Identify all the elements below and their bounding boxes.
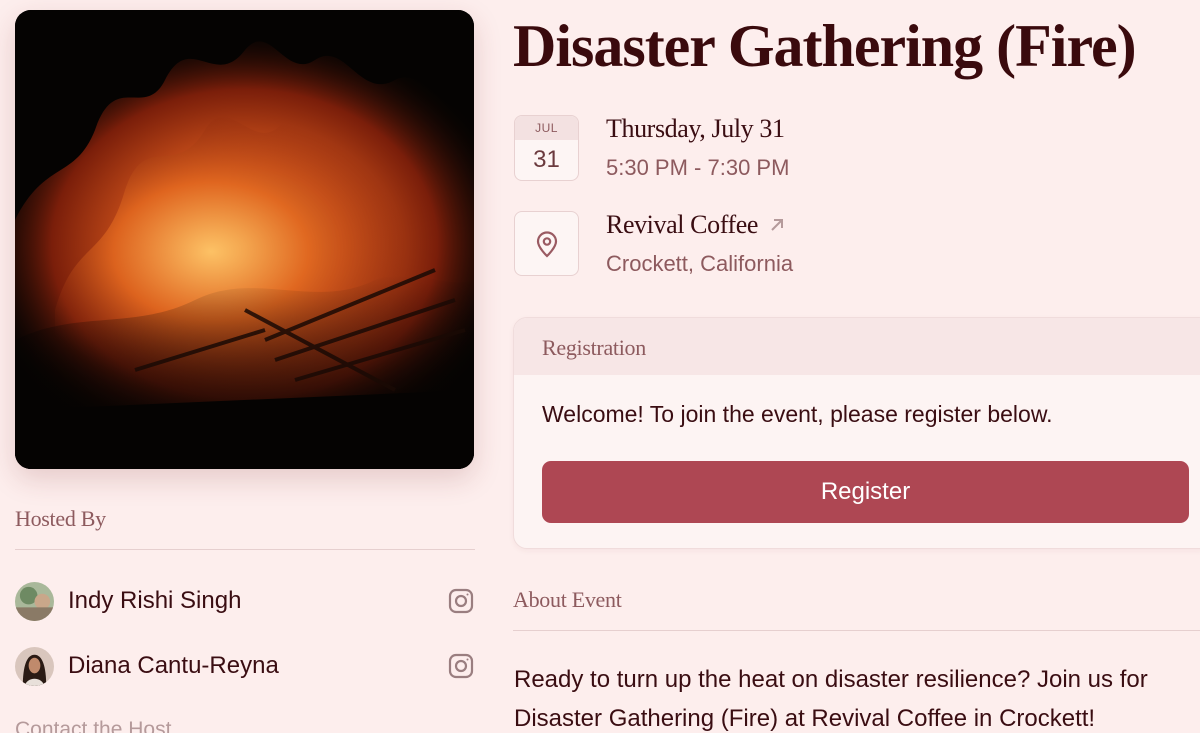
host-name[interactable]: Indy Rishi Singh <box>68 587 447 615</box>
instagram-icon[interactable] <box>447 652 475 680</box>
registration-card: Registration Welcome! To join the event,… <box>513 317 1200 549</box>
host-row[interactable]: Diana Cantu-Reyna <box>15 646 475 686</box>
instagram-icon[interactable] <box>447 587 475 615</box>
venue-name[interactable]: Revival Coffee <box>606 210 758 240</box>
avatar <box>15 581 54 621</box>
registration-header: Registration <box>514 318 1200 375</box>
date-month: JUL <box>515 116 578 140</box>
host-name[interactable]: Diana Cantu-Reyna <box>68 652 447 680</box>
external-arrow-icon <box>771 219 784 231</box>
avatar <box>15 646 54 686</box>
divider <box>513 630 1200 631</box>
event-time: 5:30 PM - 7:30 PM <box>606 155 790 180</box>
calendar-icon: JUL 31 <box>514 115 579 181</box>
venue-city: Crockett, California <box>606 251 794 276</box>
location-pin-icon <box>514 211 579 276</box>
venue-link[interactable]: Revival Coffee <box>606 210 786 240</box>
host-row[interactable]: Indy Rishi Singh <box>15 581 475 621</box>
event-cover-image <box>15 10 474 469</box>
hosted-by-label: Hosted By <box>15 506 106 531</box>
registration-message: Welcome! To join the event, please regis… <box>542 401 1053 427</box>
event-date: Thursday, July 31 <box>606 114 785 143</box>
about-event-text: Ready to turn up the heat on disaster re… <box>514 666 1148 732</box>
contact-host-link[interactable]: Contact the Host <box>15 718 171 733</box>
divider <box>15 549 475 550</box>
date-day: 31 <box>533 146 560 173</box>
event-title: Disaster Gathering (Fire) <box>513 13 1137 79</box>
about-event-label: About Event <box>513 587 622 612</box>
register-button[interactable]: Register <box>542 461 1189 523</box>
